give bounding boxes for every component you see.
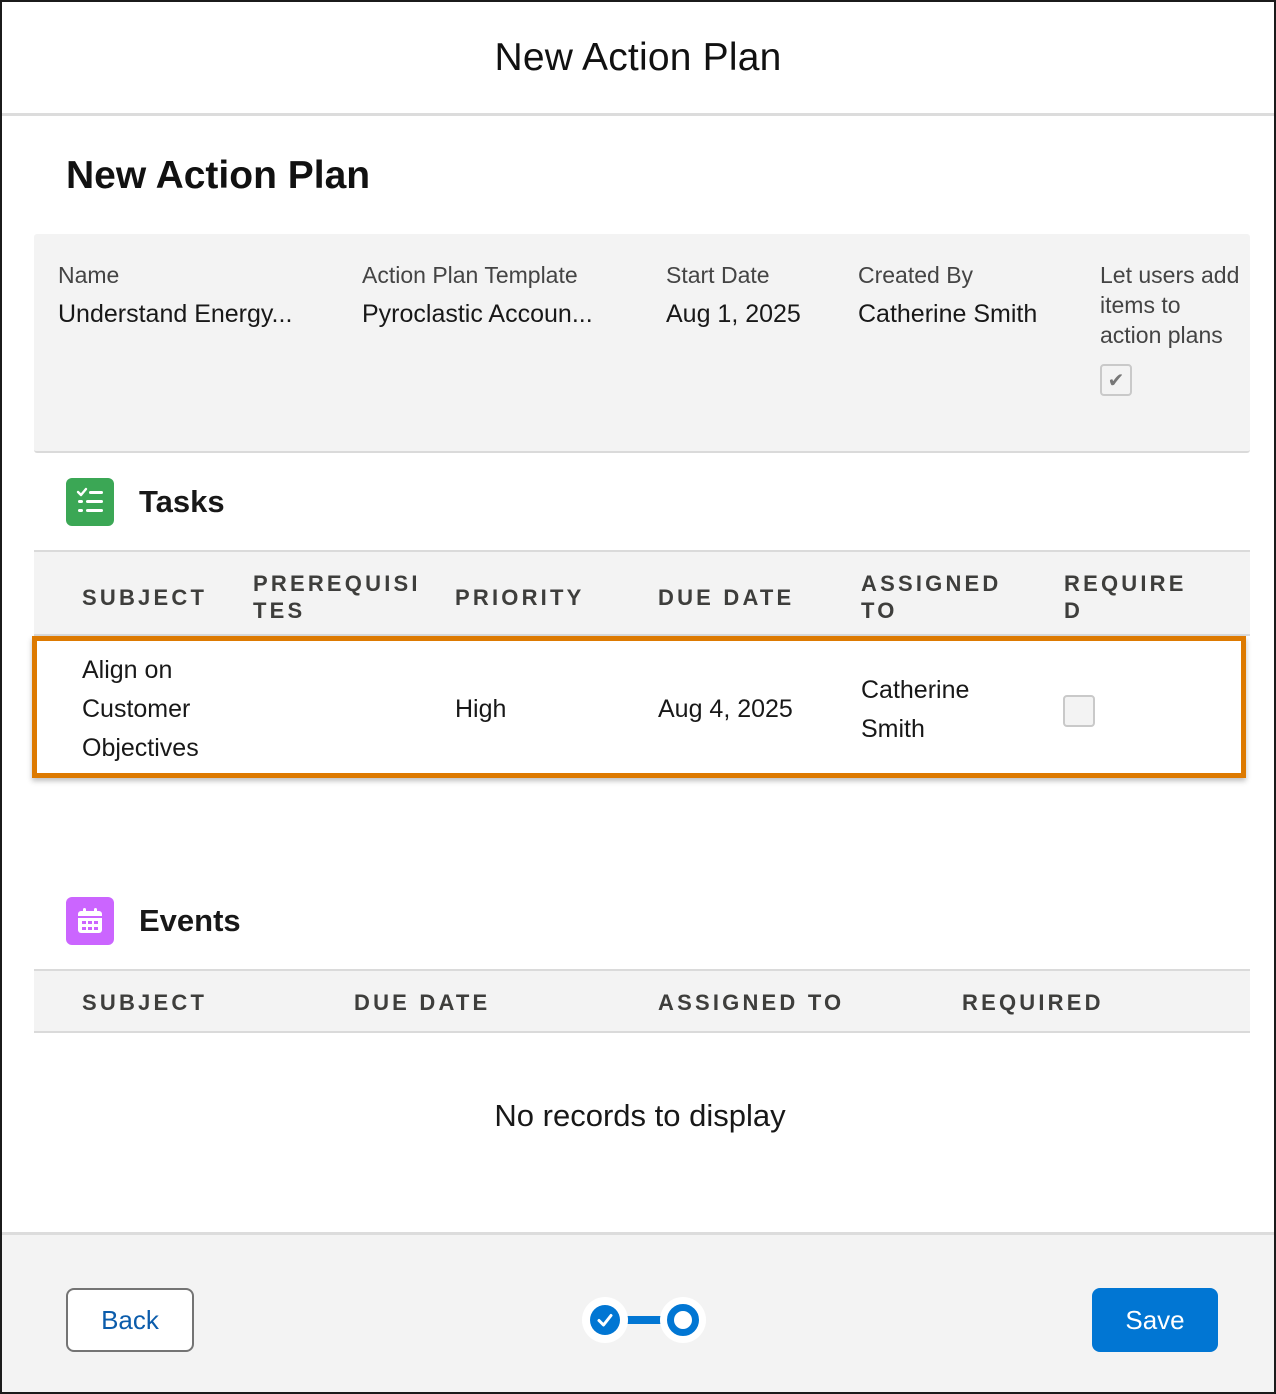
events-table-header: SUBJECT DUE DATE ASSIGNED TO REQUIRED [34,969,1250,1033]
task-list-icon [66,478,114,526]
tasks-col-priority: PRIORITY [455,585,585,610]
tasks-col-subject: SUBJECT [82,585,208,610]
tasks-col-required: REQUIRE D [1064,571,1187,623]
field-let-users-add-label: Let users add items to action plans [1100,262,1240,348]
field-created-by-value: Catherine Smith [858,300,1038,328]
tasks-section-header: Tasks [66,478,225,526]
progress-indicator [582,1297,712,1343]
progress-step-current-dot [667,1304,699,1336]
field-name: Name Understand Energy... [58,260,328,329]
events-empty-message: No records to display [494,1098,786,1133]
tasks-col-prerequisites: PREREQUISI TES [253,571,421,623]
let-users-add-checkbox: ✔ [1100,364,1132,396]
check-icon: ✔ [1107,369,1125,392]
calendar-icon [66,897,114,945]
field-created-by: Created By Catherine Smith [858,260,1078,329]
table-row[interactable]: Align on Customer Objectives High Aug 4,… [32,636,1246,778]
field-start-date-value: Aug 1, 2025 [666,300,801,328]
progress-step-current[interactable] [660,1297,706,1343]
field-let-users-add: Let users add items to action plans ✔ [1100,260,1240,396]
progress-step-completed-dot [590,1305,620,1335]
progress-step-completed[interactable] [582,1297,628,1343]
task-subject: Align on Customer Objectives [82,656,199,762]
tasks-col-due-date: DUE DATE [658,585,795,610]
field-template: Action Plan Template Pyroclastic Accoun.… [362,260,632,329]
field-name-label: Name [58,262,120,288]
events-section-title: Events [139,903,241,938]
events-col-assigned-to: ASSIGNED TO [658,990,845,1015]
tasks-section-title: Tasks [139,484,225,519]
modal-header: New Action Plan [2,2,1274,116]
tasks-table-header: SUBJECT PREREQUISI TES PRIORITY DUE DATE… [34,550,1250,636]
field-template-label: Action Plan Template [362,262,578,288]
events-section-header: Events [66,897,241,945]
field-created-by-label: Created By [858,262,974,288]
action-plan-summary: Name Understand Energy... Action Plan Te… [34,234,1250,453]
back-button[interactable]: Back [66,1288,194,1352]
task-required-checkbox[interactable] [1063,695,1095,727]
events-col-subject: SUBJECT [82,990,208,1015]
page-title: New Action Plan [66,154,371,197]
events-col-due-date: DUE DATE [354,990,491,1015]
tasks-col-assigned-to: ASSIGNED TO [861,571,1002,623]
check-icon [597,1314,613,1327]
events-col-required: REQUIRED [962,990,1104,1015]
task-assigned-to: Catherine Smith [861,676,970,743]
task-due-date: Aug 4, 2025 [658,695,793,723]
task-priority: High [455,695,507,723]
modal-footer: Back Save [2,1232,1274,1392]
field-name-value: Understand Energy... [58,300,293,328]
field-template-value: Pyroclastic Accoun... [362,300,593,328]
modal-title: New Action Plan [494,35,782,79]
field-start-date: Start Date Aug 1, 2025 [666,260,836,329]
action-plan-modal: New Action Plan New Action Plan Name Und… [0,0,1276,1394]
progress-bar [626,1316,662,1324]
field-start-date-label: Start Date [666,262,770,288]
save-button[interactable]: Save [1092,1288,1218,1352]
